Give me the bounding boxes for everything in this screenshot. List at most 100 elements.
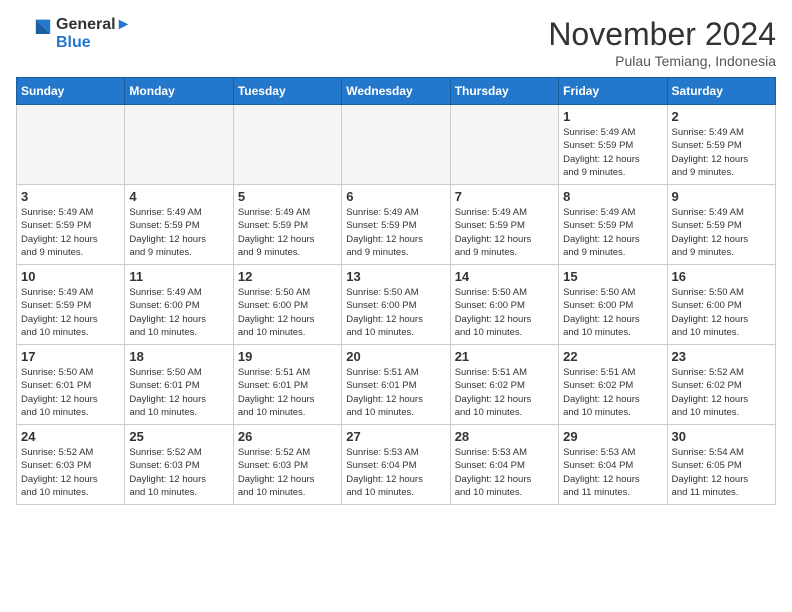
day-of-week-header: Monday	[125, 78, 233, 105]
day-number: 19	[238, 349, 337, 364]
calendar-cell	[342, 105, 450, 185]
day-info: Sunrise: 5:49 AM Sunset: 5:59 PM Dayligh…	[672, 206, 771, 259]
day-number: 18	[129, 349, 228, 364]
logo-icon	[16, 16, 52, 52]
day-of-week-header: Tuesday	[233, 78, 341, 105]
calendar-cell: 9 Sunrise: 5:49 AM Sunset: 5:59 PM Daylig…	[667, 185, 775, 265]
calendar-cell: 18 Sunrise: 5:50 AM Sunset: 6:01 PM Dayli…	[125, 345, 233, 425]
calendar-week-row: 17 Sunrise: 5:50 AM Sunset: 6:01 PM Dayli…	[17, 345, 776, 425]
day-info: Sunrise: 5:53 AM Sunset: 6:04 PM Dayligh…	[563, 446, 662, 499]
calendar-cell: 21Sunrise: 5:51 AM Sunset: 6:02 PM Dayli…	[450, 345, 558, 425]
calendar-cell: 12Sunrise: 5:50 AM Sunset: 6:00 PM Dayli…	[233, 265, 341, 345]
day-info: Sunrise: 5:49 AM Sunset: 5:59 PM Dayligh…	[346, 206, 445, 259]
calendar-cell	[450, 105, 558, 185]
calendar-cell: 28 Sunrise: 5:53 AM Sunset: 6:04 PM Dayli…	[450, 425, 558, 505]
day-info: Sunrise: 5:51 AM Sunset: 6:01 PM Dayligh…	[238, 366, 337, 419]
calendar-cell: 10 Sunrise: 5:49 AM Sunset: 5:59 PM Dayli…	[17, 265, 125, 345]
day-of-week-header: Wednesday	[342, 78, 450, 105]
calendar-cell: 17 Sunrise: 5:50 AM Sunset: 6:01 PM Dayli…	[17, 345, 125, 425]
day-info: Sunrise: 5:50 AM Sunset: 6:00 PM Dayligh…	[346, 286, 445, 339]
calendar-cell: 2 Sunrise: 5:49 AM Sunset: 5:59 PM Daylig…	[667, 105, 775, 185]
day-info: Sunrise: 5:50 AM Sunset: 6:00 PM Dayligh…	[563, 286, 662, 339]
day-number: 3	[21, 189, 120, 204]
title-block: November 2024 Pulau Temiang, Indonesia	[548, 16, 776, 69]
day-number: 29	[563, 429, 662, 444]
calendar-cell: 13 Sunrise: 5:50 AM Sunset: 6:00 PM Dayli…	[342, 265, 450, 345]
calendar-cell: 4 Sunrise: 5:49 AM Sunset: 5:59 PM Daylig…	[125, 185, 233, 265]
calendar-cell: 6 Sunrise: 5:49 AM Sunset: 5:59 PM Daylig…	[342, 185, 450, 265]
day-number: 4	[129, 189, 228, 204]
day-info: Sunrise: 5:49 AM Sunset: 6:00 PM Dayligh…	[129, 286, 228, 339]
day-number: 10	[21, 269, 120, 284]
day-info: Sunrise: 5:53 AM Sunset: 6:04 PM Dayligh…	[455, 446, 554, 499]
calendar-cell: 23Sunrise: 5:52 AM Sunset: 6:02 PM Dayli…	[667, 345, 775, 425]
day-number: 14	[455, 269, 554, 284]
day-number: 13	[346, 269, 445, 284]
day-info: Sunrise: 5:49 AM Sunset: 5:59 PM Dayligh…	[238, 206, 337, 259]
day-info: Sunrise: 5:49 AM Sunset: 5:59 PM Dayligh…	[21, 286, 120, 339]
day-of-week-header: Thursday	[450, 78, 558, 105]
day-number: 8	[563, 189, 662, 204]
calendar-cell: 26Sunrise: 5:52 AM Sunset: 6:03 PM Dayli…	[233, 425, 341, 505]
day-number: 9	[672, 189, 771, 204]
calendar-cell	[17, 105, 125, 185]
calendar-week-row: 24 Sunrise: 5:52 AM Sunset: 6:03 PM Dayli…	[17, 425, 776, 505]
day-number: 26	[238, 429, 337, 444]
calendar-body: 1Sunrise: 5:49 AM Sunset: 5:59 PM Daylig…	[17, 105, 776, 505]
day-number: 2	[672, 109, 771, 124]
day-info: Sunrise: 5:50 AM Sunset: 6:01 PM Dayligh…	[21, 366, 120, 419]
calendar-cell: 20 Sunrise: 5:51 AM Sunset: 6:01 PM Dayli…	[342, 345, 450, 425]
calendar-cell: 7Sunrise: 5:49 AM Sunset: 5:59 PM Daylig…	[450, 185, 558, 265]
day-number: 22	[563, 349, 662, 364]
day-info: Sunrise: 5:50 AM Sunset: 6:00 PM Dayligh…	[455, 286, 554, 339]
day-number: 6	[346, 189, 445, 204]
calendar-cell: 19 Sunrise: 5:51 AM Sunset: 6:01 PM Dayli…	[233, 345, 341, 425]
day-number: 20	[346, 349, 445, 364]
day-info: Sunrise: 5:50 AM Sunset: 6:01 PM Dayligh…	[129, 366, 228, 419]
day-info: Sunrise: 5:50 AM Sunset: 6:00 PM Dayligh…	[672, 286, 771, 339]
day-number: 17	[21, 349, 120, 364]
logo: General► Blue	[16, 16, 131, 52]
logo-text: General► Blue	[56, 16, 131, 52]
calendar-cell: 25 Sunrise: 5:52 AM Sunset: 6:03 PM Dayli…	[125, 425, 233, 505]
day-info: Sunrise: 5:52 AM Sunset: 6:03 PM Dayligh…	[129, 446, 228, 499]
day-info: Sunrise: 5:51 AM Sunset: 6:01 PM Dayligh…	[346, 366, 445, 419]
calendar-cell: 15 Sunrise: 5:50 AM Sunset: 6:00 PM Dayli…	[559, 265, 667, 345]
calendar-cell: 16 Sunrise: 5:50 AM Sunset: 6:00 PM Dayli…	[667, 265, 775, 345]
day-of-week-header: Friday	[559, 78, 667, 105]
calendar-header-row: SundayMondayTuesdayWednesdayThursdayFrid…	[17, 78, 776, 105]
day-info: Sunrise: 5:51 AM Sunset: 6:02 PM Dayligh…	[563, 366, 662, 419]
calendar-cell: 3 Sunrise: 5:49 AM Sunset: 5:59 PM Daylig…	[17, 185, 125, 265]
day-number: 28	[455, 429, 554, 444]
calendar-cell: 14 Sunrise: 5:50 AM Sunset: 6:00 PM Dayli…	[450, 265, 558, 345]
day-info: Sunrise: 5:52 AM Sunset: 6:03 PM Dayligh…	[21, 446, 120, 499]
calendar-cell: 29 Sunrise: 5:53 AM Sunset: 6:04 PM Dayli…	[559, 425, 667, 505]
day-number: 25	[129, 429, 228, 444]
day-info: Sunrise: 5:54 AM Sunset: 6:05 PM Dayligh…	[672, 446, 771, 499]
calendar-cell: 11 Sunrise: 5:49 AM Sunset: 6:00 PM Dayli…	[125, 265, 233, 345]
day-number: 24	[21, 429, 120, 444]
day-info: Sunrise: 5:50 AM Sunset: 6:00 PM Dayligh…	[238, 286, 337, 339]
day-number: 21	[455, 349, 554, 364]
calendar-week-row: 10 Sunrise: 5:49 AM Sunset: 5:59 PM Dayli…	[17, 265, 776, 345]
day-number: 27	[346, 429, 445, 444]
day-info: Sunrise: 5:49 AM Sunset: 5:59 PM Dayligh…	[672, 126, 771, 179]
location: Pulau Temiang, Indonesia	[548, 53, 776, 69]
day-number: 7	[455, 189, 554, 204]
calendar-cell: 24 Sunrise: 5:52 AM Sunset: 6:03 PM Dayli…	[17, 425, 125, 505]
day-number: 16	[672, 269, 771, 284]
day-info: Sunrise: 5:49 AM Sunset: 5:59 PM Dayligh…	[129, 206, 228, 259]
calendar-cell: 8 Sunrise: 5:49 AM Sunset: 5:59 PM Daylig…	[559, 185, 667, 265]
calendar-cell: 30Sunrise: 5:54 AM Sunset: 6:05 PM Dayli…	[667, 425, 775, 505]
day-number: 23	[672, 349, 771, 364]
day-number: 11	[129, 269, 228, 284]
day-info: Sunrise: 5:49 AM Sunset: 5:59 PM Dayligh…	[21, 206, 120, 259]
calendar-cell: 5Sunrise: 5:49 AM Sunset: 5:59 PM Daylig…	[233, 185, 341, 265]
day-info: Sunrise: 5:49 AM Sunset: 5:59 PM Dayligh…	[563, 126, 662, 179]
calendar-cell: 27Sunrise: 5:53 AM Sunset: 6:04 PM Dayli…	[342, 425, 450, 505]
calendar-table: SundayMondayTuesdayWednesdayThursdayFrid…	[16, 77, 776, 505]
calendar-cell: 1Sunrise: 5:49 AM Sunset: 5:59 PM Daylig…	[559, 105, 667, 185]
day-number: 15	[563, 269, 662, 284]
calendar-cell	[125, 105, 233, 185]
day-info: Sunrise: 5:49 AM Sunset: 5:59 PM Dayligh…	[563, 206, 662, 259]
